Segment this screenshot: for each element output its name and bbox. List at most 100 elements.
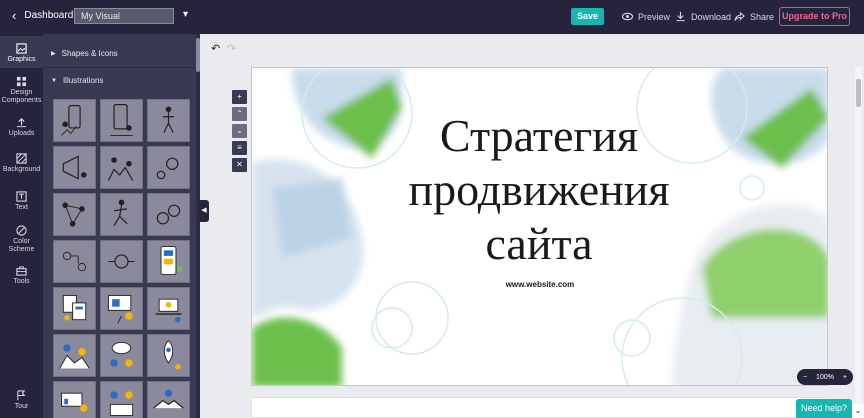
eye-icon — [622, 12, 633, 21]
rail-item-uploads[interactable]: Uploads — [0, 117, 43, 138]
visual-title-input[interactable] — [74, 8, 174, 24]
preview-button[interactable]: Preview — [622, 11, 670, 22]
rail-label: Design Components — [1, 89, 42, 104]
slide-tools: + ⌃ ⌄ ≡ ✕ — [232, 90, 247, 175]
next-slide-canvas[interactable] — [251, 397, 828, 418]
illustration-thumbnail[interactable] — [147, 193, 190, 236]
slide-title-line: продвижения — [408, 164, 670, 215]
illustration-thumbnail[interactable] — [100, 146, 143, 189]
rocket-illustration-icon — [163, 339, 181, 370]
illustration-thumbnail[interactable] — [53, 193, 96, 236]
background-icon — [16, 153, 27, 164]
collapse-panel-button[interactable]: ◀ — [199, 200, 209, 222]
palette-icon — [16, 225, 27, 236]
rail-item-color-scheme[interactable]: Color Scheme — [0, 225, 43, 254]
duplicate-icon[interactable]: ≡ — [232, 141, 247, 155]
handshake-illustration-icon — [153, 389, 184, 409]
illustration-thumbnail[interactable] — [147, 240, 190, 283]
share-button[interactable]: Share — [734, 11, 774, 22]
network-illustration-icon — [62, 202, 85, 227]
team-illustration-icon — [107, 157, 134, 181]
illustration-thumbnail[interactable] — [100, 381, 143, 418]
zoom-out-button[interactable]: − — [803, 374, 807, 381]
runner-illustration-icon — [113, 199, 128, 226]
illustration-thumbnail[interactable] — [53, 146, 96, 189]
share-icon — [734, 11, 745, 21]
rail-item-tour[interactable]: Tour — [0, 390, 43, 411]
illustration-thumbnail[interactable] — [53, 334, 96, 377]
save-button[interactable]: Save — [571, 8, 604, 25]
illustration-thumbnail[interactable] — [100, 287, 143, 330]
illustration-thumbnail[interactable] — [100, 334, 143, 377]
illustration-thumbnail[interactable] — [100, 99, 143, 142]
text-icon — [16, 191, 27, 202]
triangle-down-icon: ▼ — [51, 77, 57, 84]
rail-item-graphics[interactable]: Graphics — [0, 36, 43, 68]
panel-scrollbar[interactable] — [196, 34, 200, 418]
rail-label: Background — [2, 166, 41, 173]
shapes-icons-section[interactable]: ▶ Shapes & Icons — [51, 49, 118, 58]
workflow-illustration-icon — [62, 251, 87, 272]
illustration-thumbnail[interactable] — [100, 193, 143, 236]
person-illustration-icon — [162, 106, 175, 133]
chevron-down-icon[interactable]: ⌄ — [852, 404, 864, 418]
slide-title[interactable]: Стратегия продвижения сайта — [364, 109, 714, 271]
undo-icon[interactable]: ↶ — [211, 42, 220, 55]
dashboard-label: Dashboard — [24, 10, 74, 21]
chevron-left-icon: ◀ — [201, 207, 207, 214]
toolbox-icon — [16, 266, 27, 276]
illustration-thumbnail[interactable] — [147, 287, 190, 330]
chevron-down-icon[interactable]: ▾ — [183, 9, 188, 20]
rail-item-tools[interactable]: Tools — [0, 265, 43, 286]
top-bar: ‹ Dashboard ▾ Save Preview Download Shar… — [0, 0, 864, 34]
illustrations-section[interactable]: ▼ Illustrations — [51, 76, 103, 85]
need-help-button[interactable]: Need help? — [796, 399, 852, 418]
slide-url[interactable]: www.website.com — [460, 280, 620, 289]
upload-icon — [16, 118, 27, 128]
move-up-icon[interactable]: ⌃ — [232, 107, 247, 121]
illustration-thumbnail[interactable] — [53, 381, 96, 418]
rail-label: Color Scheme — [8, 238, 35, 253]
preview-label: Preview — [638, 11, 671, 22]
chevron-left-icon: ‹ — [12, 8, 17, 23]
canvas-scrollbar[interactable] — [855, 67, 862, 407]
rail-label: Text — [15, 204, 28, 211]
process-illustration-icon — [108, 254, 135, 269]
shapes-icons-label: Shapes & Icons — [61, 49, 118, 58]
triangle-right-icon: ▶ — [51, 51, 56, 57]
rail-item-design-components[interactable]: Design Components — [0, 76, 43, 105]
download-label: Download — [691, 11, 732, 22]
back-to-dashboard[interactable]: ‹ Dashboard — [12, 9, 73, 22]
delete-slide-icon[interactable]: ✕ — [232, 158, 247, 172]
rail-label: Tools — [13, 278, 30, 285]
panel-scroll-thumb[interactable] — [196, 38, 200, 72]
illustration-thumbnail[interactable] — [147, 381, 190, 418]
rail-label: Graphics — [7, 56, 36, 63]
illustration-thumbnail[interactable] — [147, 99, 190, 142]
rail-item-text[interactable]: Text — [0, 191, 43, 212]
zoom-in-button[interactable]: + — [843, 374, 847, 381]
section-divider — [43, 67, 195, 68]
graphics-icon — [16, 43, 27, 54]
phone-users-illustration-icon — [110, 104, 133, 136]
slide-title-line: сайта — [485, 218, 593, 269]
move-down-icon[interactable]: ⌄ — [232, 124, 247, 138]
graphics-panel: ▶ Shapes & Icons ▼ Illustrations — [43, 34, 200, 418]
illustration-thumbnail[interactable] — [53, 99, 96, 142]
zoom-level: 100% — [816, 373, 834, 381]
left-rail: Graphics Design Components Uploads Backg… — [0, 34, 43, 418]
components-icon — [16, 76, 27, 87]
canvas-scroll-thumb[interactable] — [856, 79, 861, 107]
illustration-thumbnail[interactable] — [100, 240, 143, 283]
upgrade-button[interactable]: Upgrade to Pro — [779, 7, 850, 26]
illustration-thumbnail[interactable] — [147, 146, 190, 189]
redo-icon[interactable]: ↷ — [227, 42, 236, 55]
illustrations-label: Illustrations — [62, 76, 104, 85]
add-slide-icon[interactable]: + — [232, 90, 247, 104]
illustration-thumbnail[interactable] — [147, 334, 190, 377]
illustration-thumbnail[interactable] — [53, 287, 96, 330]
download-icon — [676, 11, 685, 22]
rail-item-background[interactable]: Background — [0, 153, 43, 174]
download-button[interactable]: Download — [675, 11, 731, 22]
illustration-thumbnail[interactable] — [53, 240, 96, 283]
